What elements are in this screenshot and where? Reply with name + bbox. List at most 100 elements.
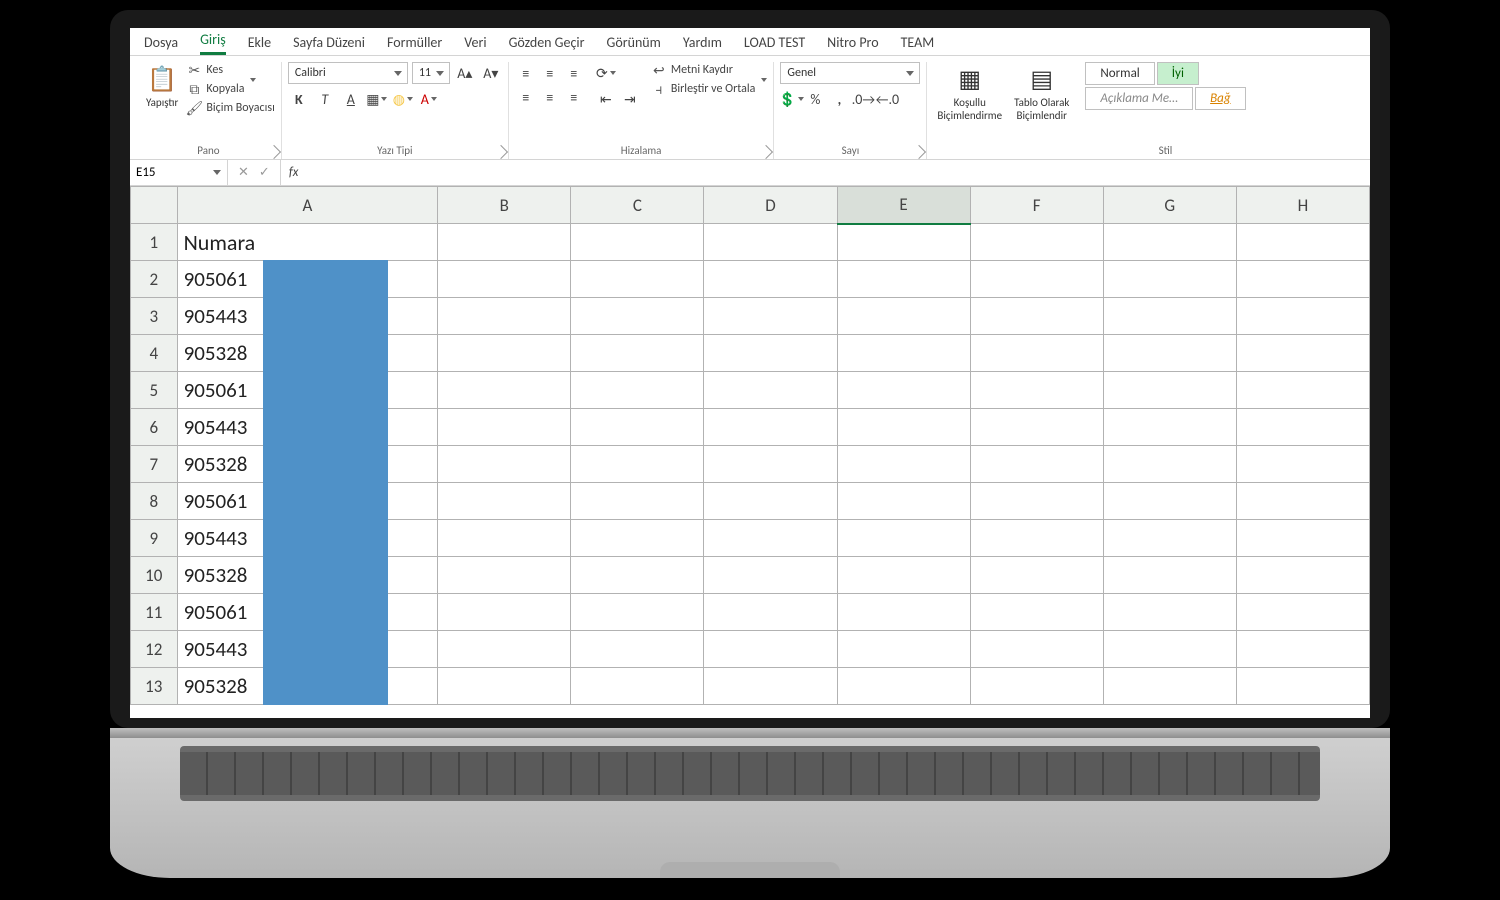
cell-H11[interactable] xyxy=(1236,594,1369,631)
cell-F1[interactable] xyxy=(970,224,1103,261)
cell-H9[interactable] xyxy=(1236,520,1369,557)
cell-B9[interactable] xyxy=(438,520,571,557)
row-header[interactable]: 10 xyxy=(131,557,178,594)
cell-F3[interactable] xyxy=(970,298,1103,335)
cell-F8[interactable] xyxy=(970,483,1103,520)
ribbon-tab-yardım[interactable]: Yardım xyxy=(683,34,722,55)
cell-C10[interactable] xyxy=(571,557,704,594)
cell-H5[interactable] xyxy=(1236,372,1369,409)
cell-C7[interactable] xyxy=(571,446,704,483)
cancel-formula-icon[interactable]: ✕ xyxy=(238,165,249,180)
cell-G11[interactable] xyxy=(1103,594,1236,631)
cell-H2[interactable] xyxy=(1236,261,1369,298)
copy-button[interactable]: ⧉Kopyala xyxy=(186,81,274,97)
merge-center-button[interactable]: ⫞Birleştir ve Ortala xyxy=(651,81,768,97)
ribbon-tab-formüller[interactable]: Formüller xyxy=(387,34,442,55)
ribbon-tab-load test[interactable]: LOAD TEST xyxy=(744,34,805,55)
cell-A8[interactable]: 905061 xyxy=(177,483,438,520)
cell-C2[interactable] xyxy=(571,261,704,298)
orientation-button[interactable]: ⟳ xyxy=(595,62,617,84)
paste-button[interactable]: 📋 Yapıştır xyxy=(142,62,182,111)
name-box[interactable]: E15 xyxy=(130,160,228,185)
cell-E8[interactable] xyxy=(837,483,970,520)
cell-G9[interactable] xyxy=(1103,520,1236,557)
cell-A9[interactable]: 905443 xyxy=(177,520,438,557)
cell-style-good[interactable]: İyi xyxy=(1157,62,1199,85)
row-header[interactable]: 1 xyxy=(131,224,178,261)
row-header[interactable]: 2 xyxy=(131,261,178,298)
cell-A7[interactable]: 905328 xyxy=(177,446,438,483)
cell-G8[interactable] xyxy=(1103,483,1236,520)
font-face-combo[interactable]: Calibri xyxy=(288,62,408,84)
cell-H12[interactable] xyxy=(1236,631,1369,668)
cell-C8[interactable] xyxy=(571,483,704,520)
italic-button[interactable]: T xyxy=(314,88,336,110)
ribbon-tab-ekle[interactable]: Ekle xyxy=(248,34,271,55)
cell-C5[interactable] xyxy=(571,372,704,409)
percent-format-icon[interactable]: % xyxy=(804,88,826,110)
align-right-icon[interactable]: ≡ xyxy=(563,86,585,108)
row-header[interactable]: 3 xyxy=(131,298,178,335)
cell-G3[interactable] xyxy=(1103,298,1236,335)
ribbon-tab-team[interactable]: TEAM xyxy=(901,34,935,55)
cell-D9[interactable] xyxy=(704,520,837,557)
cell-A13[interactable]: 905328 xyxy=(177,668,438,705)
row-header[interactable]: 8 xyxy=(131,483,178,520)
cell-A4[interactable]: 905328 xyxy=(177,335,438,372)
cell-F10[interactable] xyxy=(970,557,1103,594)
cell-G6[interactable] xyxy=(1103,409,1236,446)
cell-A10[interactable]: 905328 xyxy=(177,557,438,594)
row-header[interactable]: 11 xyxy=(131,594,178,631)
cell-H13[interactable] xyxy=(1236,668,1369,705)
ribbon-tab-dosya[interactable]: Dosya xyxy=(144,34,178,55)
cell-E6[interactable] xyxy=(837,409,970,446)
row-header[interactable]: 6 xyxy=(131,409,178,446)
cell-H10[interactable] xyxy=(1236,557,1369,594)
cell-B12[interactable] xyxy=(438,631,571,668)
cell-B4[interactable] xyxy=(438,335,571,372)
cell-F13[interactable] xyxy=(970,668,1103,705)
cell-A5[interactable]: 905061 xyxy=(177,372,438,409)
column-header-H[interactable]: H xyxy=(1236,187,1369,224)
fx-icon[interactable]: fx xyxy=(281,165,307,180)
format-painter-button[interactable]: 🖌Biçim Boyacısı xyxy=(186,100,274,116)
cell-C1[interactable] xyxy=(571,224,704,261)
align-bottom-icon[interactable]: ≡ xyxy=(563,62,585,84)
cell-C3[interactable] xyxy=(571,298,704,335)
cell-D10[interactable] xyxy=(704,557,837,594)
cell-C6[interactable] xyxy=(571,409,704,446)
cell-A3[interactable]: 905443 xyxy=(177,298,438,335)
cell-B13[interactable] xyxy=(438,668,571,705)
cell-D11[interactable] xyxy=(704,594,837,631)
comma-format-icon[interactable]: , xyxy=(828,88,850,110)
decrease-font-icon[interactable]: A▾ xyxy=(480,62,502,84)
cell-B2[interactable] xyxy=(438,261,571,298)
row-header[interactable]: 12 xyxy=(131,631,178,668)
ribbon-tab-nitro pro[interactable]: Nitro Pro xyxy=(827,34,878,55)
cell-C9[interactable] xyxy=(571,520,704,557)
cell-B6[interactable] xyxy=(438,409,571,446)
cell-G4[interactable] xyxy=(1103,335,1236,372)
align-left-icon[interactable]: ≡ xyxy=(515,86,537,108)
cell-H1[interactable] xyxy=(1236,224,1369,261)
cell-E13[interactable] xyxy=(837,668,970,705)
row-header[interactable]: 7 xyxy=(131,446,178,483)
cell-B11[interactable] xyxy=(438,594,571,631)
cell-F6[interactable] xyxy=(970,409,1103,446)
cell-C13[interactable] xyxy=(571,668,704,705)
cell-E4[interactable] xyxy=(837,335,970,372)
column-header-E[interactable]: E xyxy=(837,187,970,224)
cell-E3[interactable] xyxy=(837,298,970,335)
ribbon-tab-gözden geçir[interactable]: Gözden Geçir xyxy=(509,34,585,55)
accounting-format-icon[interactable]: 💲 xyxy=(780,88,802,110)
cell-D8[interactable] xyxy=(704,483,837,520)
column-header-B[interactable]: B xyxy=(438,187,571,224)
cell-G12[interactable] xyxy=(1103,631,1236,668)
cell-D7[interactable] xyxy=(704,446,837,483)
cell-A6[interactable]: 905443 xyxy=(177,409,438,446)
cell-F2[interactable] xyxy=(970,261,1103,298)
font-color-button[interactable]: A xyxy=(418,88,440,110)
cell-H7[interactable] xyxy=(1236,446,1369,483)
cell-E5[interactable] xyxy=(837,372,970,409)
cell-F5[interactable] xyxy=(970,372,1103,409)
